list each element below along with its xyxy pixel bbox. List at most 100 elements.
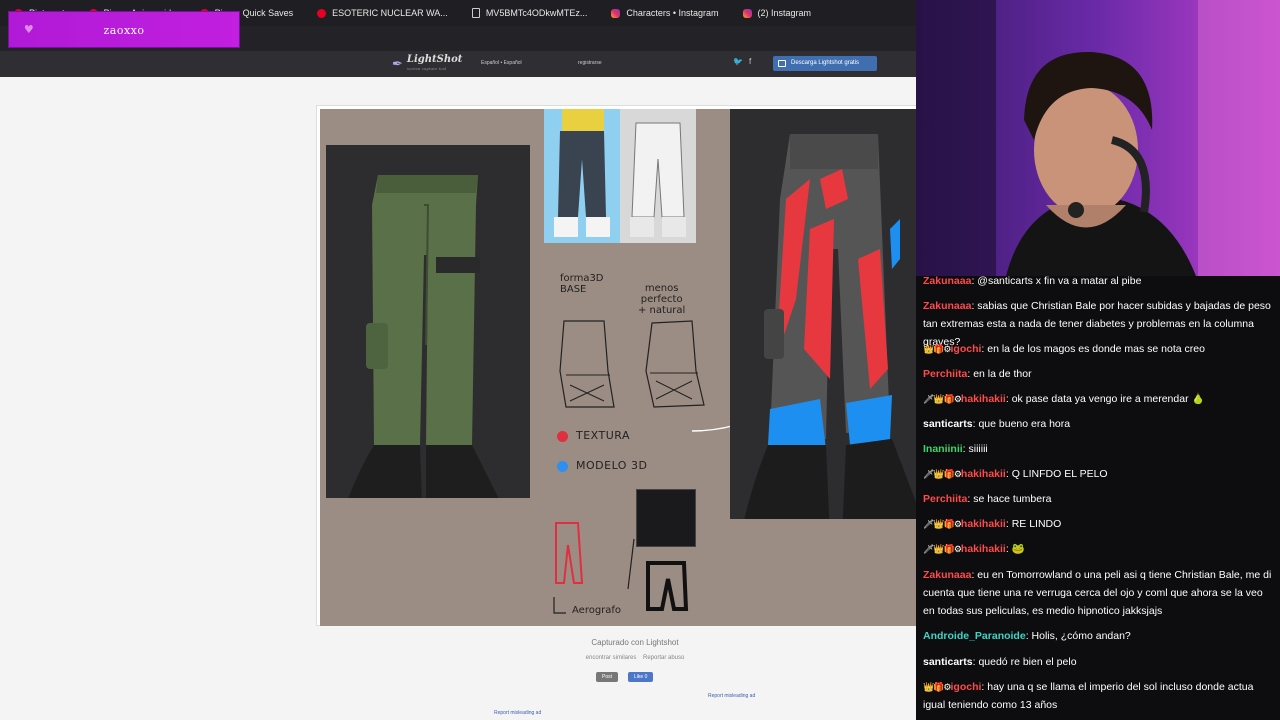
chat-message: Perchiita: se hace tumbera <box>923 493 1052 505</box>
chat-text: en la de los magos es donde mas se nota … <box>987 343 1205 355</box>
painted-pants-drawing <box>740 134 916 539</box>
report-abuse-link[interactable]: Reportar abuso <box>643 655 684 661</box>
chat-username: Inaniinii <box>923 443 963 455</box>
twitter-icon[interactable]: 🐦 <box>733 57 743 66</box>
chat-text: eu en Tomorrowland o una peli asi q tien… <box>923 569 1272 617</box>
chat-text: que bueno era hora <box>978 418 1071 430</box>
find-similar-link[interactable]: encontrar similares <box>586 655 637 661</box>
bookmark-characters-instagram[interactable]: Characters • Instagram <box>603 0 732 26</box>
language-selector[interactable]: Español • Español <box>481 60 522 66</box>
logo-subtitle: screen capture tool <box>406 66 447 71</box>
chat-badges: 🗡👑🎁⚙ <box>923 394 962 404</box>
painted-pants-panel <box>730 109 916 539</box>
document-icon <box>471 8 480 18</box>
caption-links: encontrar similares Reportar abuso <box>0 655 916 661</box>
chat-text: RE LINDO <box>1011 518 1062 530</box>
webcam-feed <box>916 0 1280 276</box>
bookmark-esoteric[interactable]: ESOTERIC NUCLEAR WA... <box>309 0 462 26</box>
feather-icon: ✒ <box>392 56 403 71</box>
instagram-icon <box>742 8 752 18</box>
chat-message: Perchiita: en la de thor <box>923 368 1032 380</box>
screenshot-image: forma3D BASE menos perfecto + natural TE… <box>316 105 916 626</box>
social-links: 🐦 f <box>733 57 751 66</box>
reference-thumbnails-art <box>544 109 696 243</box>
chat-badges: 👑🎁⚙ <box>923 344 952 354</box>
chat-message: 🗡👑🎁⚙hakihakii: 🐸 <box>923 540 1275 558</box>
chat-username: Perchiita <box>923 493 968 505</box>
chat-username: santicarts <box>923 656 973 668</box>
chat-message: Zakunaaa: eu en Tomorrowland o una peli … <box>923 569 1272 617</box>
note-more-natural: menos perfecto + natural <box>638 283 686 316</box>
download-button[interactable]: Descarga Lightshot gratis <box>773 56 877 71</box>
monitor-icon <box>778 60 786 67</box>
twitter-post-button[interactable]: Post <box>596 672 619 682</box>
chat-text: Holis, ¿cómo andan? <box>1031 630 1131 642</box>
bookmark-label: (2) Instagram <box>757 8 812 18</box>
instagram-icon <box>611 8 621 18</box>
chat-badges: 🗡👑🎁⚙ <box>923 469 962 479</box>
chat-username: santicarts <box>923 418 973 430</box>
chat-text: @santicarts x fin va a matar al pibe <box>977 276 1142 287</box>
facebook-like-button[interactable]: Like 0 <box>628 672 654 682</box>
green-pants-drawing <box>346 175 502 505</box>
chat-text: 🐸 <box>1011 543 1025 555</box>
chat-username: Zakunaaa <box>923 300 972 312</box>
chat-message: Zakunaaa: @santicarts x fin va a matar a… <box>923 276 1142 287</box>
chat-username: hakihakii <box>960 518 1006 530</box>
model-legend-dot <box>557 461 568 472</box>
stream-chat: Zakunaaa: @santicarts x fin va a matar a… <box>916 276 1280 720</box>
chat-text: siiiiii <box>968 443 988 455</box>
share-buttons: Post Like 0 <box>596 672 654 682</box>
bookmark-instagram[interactable]: (2) Instagram <box>735 0 826 26</box>
chat-message: Androide_Paranoide: Holis, ¿cómo andan? <box>923 630 1131 642</box>
bookmark-label: ESOTERIC NUCLEAR WA... <box>332 8 448 18</box>
pants-artwork: forma3D BASE menos perfecto + natural TE… <box>320 109 916 626</box>
texture-legend-label: TEXTURA <box>576 429 631 442</box>
note-airbrush: Aerografo <box>572 605 622 616</box>
chat-username: Zakunaaa <box>923 276 972 287</box>
model-legend-label: MODELO 3D <box>576 459 648 472</box>
chat-username: igochi <box>950 681 982 693</box>
sketch-drawings <box>559 320 705 408</box>
reference-thumbnails <box>544 109 696 243</box>
chat-message: 👑🎁⚙igochi: en la de los magos es donde m… <box>923 340 1275 358</box>
note-base-shape: forma3D BASE <box>560 273 604 295</box>
heart-icon: ♥ <box>23 23 35 36</box>
download-label: Descarga Lightshot gratis <box>791 60 860 66</box>
chat-username: Zakunaaa <box>923 569 972 581</box>
chat-text: Q LINFDO EL PELO <box>1011 468 1108 480</box>
chat-text: ok pase data ya vengo ire a merendar 🍐 <box>1011 393 1205 405</box>
chat-username: igochi <box>950 343 982 355</box>
chat-message: santicarts: que bueno era hora <box>923 418 1071 430</box>
bookmark-label: MV5BMTc4ODkwMTEz... <box>485 8 588 18</box>
chat-badges: 🗡👑🎁⚙ <box>923 519 962 529</box>
bookmark-label: Characters • Instagram <box>626 8 719 18</box>
chat-username: hakihakii <box>960 468 1006 480</box>
lightshot-header: ✒ LightShot screen capture tool Español •… <box>0 51 916 77</box>
chat-username: hakihakii <box>960 543 1006 555</box>
chat-text: en la de thor <box>973 368 1032 380</box>
streamer-name-overlay: ♥ zaoxxo <box>8 11 240 48</box>
chat-message: 🗡👑🎁⚙hakihakii: Q LINFDO EL PELO <box>923 465 1275 483</box>
green-pants-panel <box>326 145 530 505</box>
chat-message: santicarts: quedó re bien el pelo <box>923 656 1077 668</box>
streamer-name: zaoxxo <box>103 24 145 37</box>
report-ad-link[interactable]: Report misleading ad <box>494 710 541 716</box>
chat-badges: 👑🎁⚙ <box>923 682 952 692</box>
chat-username: Androide_Paranoide <box>923 630 1026 642</box>
pinterest-icon <box>317 8 327 18</box>
airbrush-sketches <box>553 522 689 614</box>
bookmark-document[interactable]: MV5BMTc4ODkwMTEz... <box>464 0 602 26</box>
lightshot-logo[interactable]: ✒ LightShot screen capture tool <box>392 54 462 74</box>
register-link[interactable]: registrarse <box>578 60 602 66</box>
chat-text: se hace tumbera <box>973 493 1052 505</box>
screen: Pinterest Pin en Anime girls Pin en Quic… <box>0 0 1280 720</box>
facebook-icon[interactable]: f <box>749 57 751 66</box>
chat-text: quedó re bien el pelo <box>978 656 1077 668</box>
chat-message: Inaniinii: siiiiii <box>923 443 988 455</box>
chat-message: 🗡👑🎁⚙hakihakii: RE LINDO <box>923 515 1275 533</box>
texture-legend-dot <box>557 431 568 442</box>
chat-username: hakihakii <box>960 393 1006 405</box>
report-ad-link[interactable]: Report misleading ad <box>708 693 755 699</box>
webcam-image <box>916 0 1280 276</box>
